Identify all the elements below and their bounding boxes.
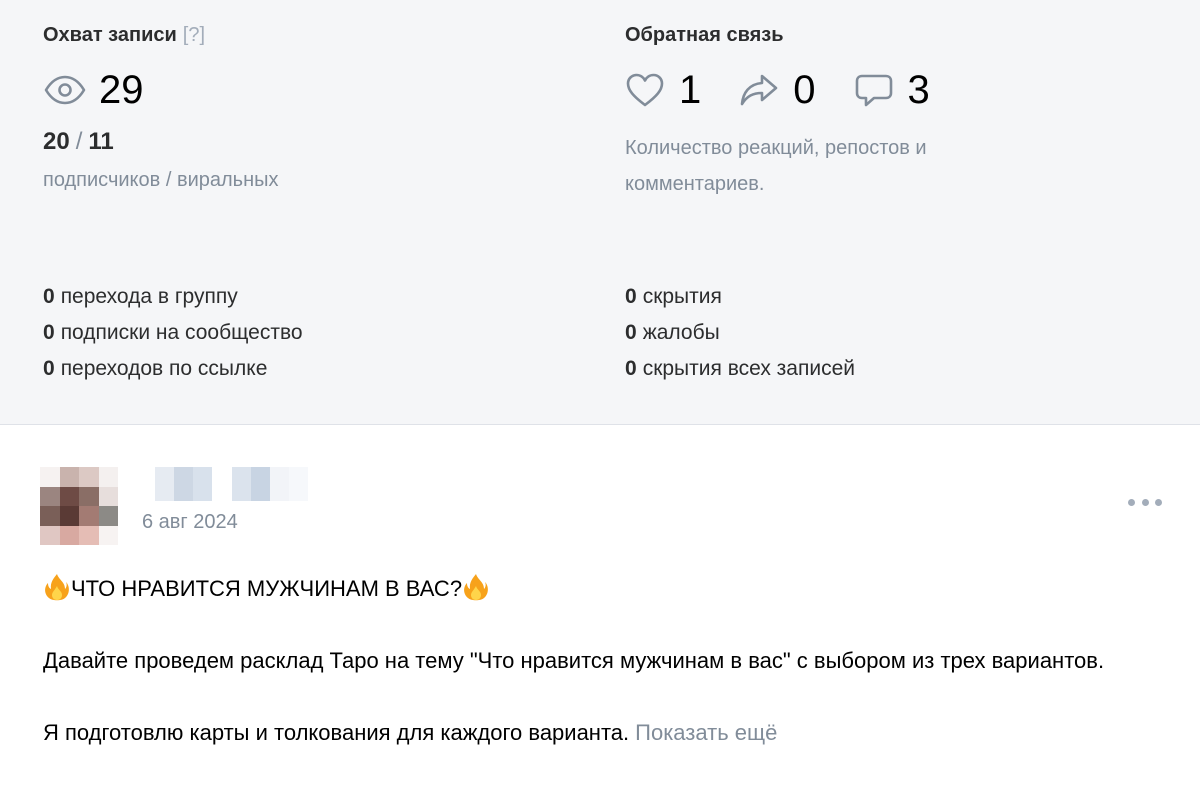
ratio-caption: подписчиков / виральных bbox=[43, 169, 279, 191]
fact-link-transitions: 0 переходов по ссылке bbox=[43, 357, 268, 380]
comments-count: 3 bbox=[907, 68, 930, 112]
post-stats-panel: Охват записи [?] 29 20/11 подписчиков / в… bbox=[0, 0, 1200, 425]
reposts-counter: 0 bbox=[739, 66, 816, 114]
heart-icon bbox=[626, 73, 664, 107]
subscribers-viral-ratio: 20/11 bbox=[43, 128, 114, 156]
comments-counter: 3 bbox=[854, 66, 930, 114]
feedback-counters: 1 0 3 bbox=[625, 66, 968, 114]
show-more-link[interactable]: Показать ещё bbox=[635, 720, 777, 745]
fact-complaints: 0 жалобы bbox=[625, 321, 720, 344]
feedback-description: Количество реакций, репостов и комментар… bbox=[625, 137, 927, 195]
views-row: 29 bbox=[43, 66, 144, 114]
more-options-icon[interactable] bbox=[1128, 495, 1162, 509]
ratio-separator: / bbox=[75, 128, 83, 155]
post-paragraph-1: Давайте проведем расклад Таро на тему "Ч… bbox=[43, 648, 1105, 673]
reposts-count: 0 bbox=[793, 68, 816, 112]
likes-counter: 1 bbox=[625, 66, 701, 114]
reach-title: Охват записи [?] bbox=[43, 24, 205, 47]
views-count: 29 bbox=[99, 68, 144, 112]
fact-hides: 0 скрытия bbox=[625, 285, 722, 308]
share-arrow-icon bbox=[740, 74, 778, 106]
author-name[interactable] bbox=[155, 467, 212, 501]
comment-bubble-icon bbox=[855, 74, 892, 107]
post-headline: ЧТО НРАВИТСЯ МУЖЧИНАМ В ВАС? bbox=[43, 571, 1163, 607]
post-text: ЧТО НРАВИТСЯ МУЖЧИНАМ В ВАС? Давайте про… bbox=[43, 571, 1163, 751]
likes-count: 1 bbox=[679, 68, 702, 112]
fire-emoji-icon bbox=[45, 574, 69, 601]
subscribers-count: 20 bbox=[43, 128, 70, 155]
avatar[interactable] bbox=[40, 467, 118, 545]
eye-icon bbox=[44, 75, 86, 105]
post-date[interactable]: 6 авг 2024 bbox=[142, 511, 238, 534]
help-link[interactable]: [?] bbox=[183, 24, 205, 46]
author-surname[interactable] bbox=[232, 467, 308, 501]
feedback-title: Обратная связь bbox=[625, 24, 784, 46]
left-facts-list: 0 перехода в группу 0 подписки на сообщест… bbox=[43, 279, 303, 387]
viral-count: 11 bbox=[88, 128, 114, 155]
fire-emoji-icon bbox=[464, 574, 488, 601]
fact-group-transitions: 0 перехода в группу bbox=[43, 285, 238, 308]
fact-hide-all-posts: 0 скрытия всех записей bbox=[625, 357, 855, 380]
right-facts-list: 0 скрытия 0 жалобы 0 скрытия всех записей bbox=[625, 279, 855, 387]
fact-community-subscriptions: 0 подписки на сообщество bbox=[43, 321, 303, 344]
post-paragraph-2: Я подготовлю карты и толкования для кажд… bbox=[43, 720, 778, 745]
reach-title-text: Охват записи bbox=[43, 24, 177, 46]
